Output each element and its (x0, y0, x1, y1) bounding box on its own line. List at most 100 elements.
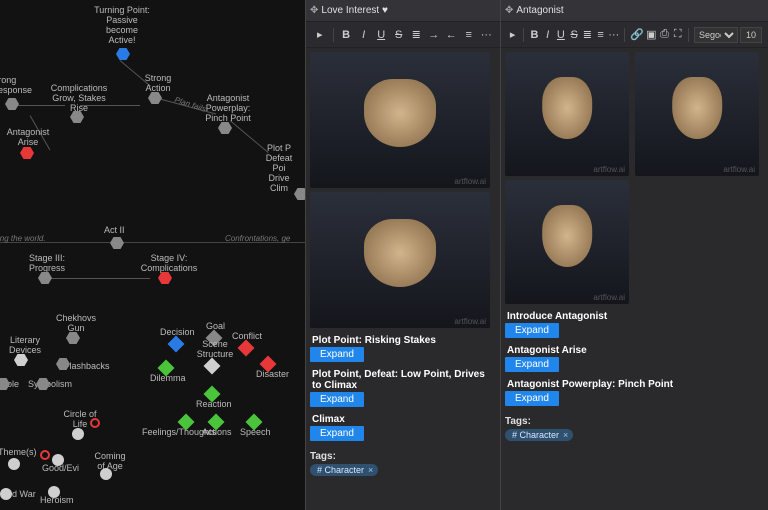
panel-header[interactable]: ✥ Love Interest ♥ (306, 0, 500, 22)
image-button[interactable]: ▣ (646, 26, 657, 44)
expand-button[interactable]: Expand (310, 347, 364, 362)
list-button[interactable]: ≣ (582, 26, 593, 44)
expand-button[interactable]: Expand (505, 391, 559, 406)
italic-button[interactable]: I (542, 26, 553, 44)
indent-button[interactable]: → (426, 26, 442, 44)
expand-button[interactable]: Expand (310, 426, 364, 441)
print-button[interactable]: ⎙ (659, 26, 670, 44)
strike-button[interactable]: S (391, 26, 407, 44)
align-button[interactable]: ≡ (461, 26, 477, 44)
reaction-node[interactable] (204, 386, 221, 403)
graph-edge (50, 278, 150, 279)
scene-structure-node[interactable] (204, 358, 221, 375)
tag-remove-icon[interactable]: × (368, 465, 373, 475)
watermark: artflow.ai (593, 293, 625, 302)
more-button[interactable]: ··· (479, 26, 495, 44)
peace-war-node[interactable] (0, 488, 12, 500)
node-label: Act II (104, 226, 125, 236)
hyperbole-node[interactable] (0, 378, 10, 390)
disaster-node[interactable] (260, 356, 277, 373)
coming-age-node[interactable] (100, 468, 112, 480)
chekhov-node[interactable] (66, 332, 80, 344)
timeline-line (0, 242, 305, 243)
stage3-node[interactable] (38, 272, 52, 284)
feelings-node[interactable] (178, 414, 195, 431)
complications-node[interactable] (70, 111, 84, 123)
node-label: Disaster (256, 370, 289, 380)
conflict-node[interactable] (238, 340, 255, 357)
toolbar-sep (624, 28, 625, 42)
response-node[interactable] (5, 98, 19, 110)
expand-button[interactable]: Expand (505, 357, 559, 372)
linked-section: Antagonist Powerplay: Pinch Point Expand (505, 376, 764, 406)
actions-node[interactable] (208, 414, 225, 431)
expand-button[interactable]: Expand (310, 392, 364, 407)
character-portrait[interactable]: artflow.ai (635, 52, 759, 176)
graph-edge (120, 60, 151, 86)
arrow-button[interactable]: ▸ (312, 26, 328, 44)
character-portrait[interactable]: artflow.ai (505, 52, 629, 176)
panel-body[interactable]: artflow.ai artflow.ai artflow.ai Introdu… (501, 48, 768, 510)
character-portrait[interactable]: artflow.ai (505, 180, 629, 304)
panel-header[interactable]: ✥ Antagonist (501, 0, 768, 22)
watermark: artflow.ai (723, 165, 755, 174)
expand-button[interactable]: Expand (505, 323, 559, 338)
dilemma-node[interactable] (158, 360, 175, 377)
node-label: Chekhovs Gun (54, 314, 98, 334)
move-icon[interactable]: ✥ (505, 5, 513, 16)
outdent-button[interactable]: ← (443, 26, 459, 44)
circle-life-marker (90, 418, 100, 428)
node-label: Good/Evi (42, 464, 79, 474)
defeat-node[interactable] (294, 188, 305, 200)
goal-node[interactable] (206, 330, 223, 347)
tag-remove-icon[interactable]: × (563, 430, 568, 440)
italic-button[interactable]: I (356, 26, 372, 44)
graph-edge (230, 120, 269, 153)
watermark: artflow.ai (454, 317, 486, 326)
themes-node[interactable] (8, 458, 20, 470)
literary-node[interactable] (14, 354, 28, 366)
align-button[interactable]: ≡ (595, 26, 606, 44)
tags-row: Tags: # Character × (310, 451, 496, 476)
act2-node[interactable] (110, 237, 124, 249)
node-label: Stage IV: Complications (140, 254, 198, 274)
underline-button[interactable]: U (373, 26, 389, 44)
symbolism-node[interactable] (36, 378, 50, 390)
tag-chip[interactable]: # Character × (310, 464, 378, 476)
heroism-node[interactable] (48, 486, 60, 498)
bold-button[interactable]: B (529, 26, 540, 44)
fullscreen-button[interactable]: ⛶ (672, 26, 683, 44)
circle-life-node[interactable] (72, 428, 84, 440)
node-label: Flashbacks (64, 362, 110, 372)
bold-button[interactable]: B (338, 26, 354, 44)
panel-body[interactable]: artflow.ai artflow.ai Plot Point: Riskin… (306, 48, 500, 510)
underline-button[interactable]: U (555, 26, 566, 44)
flashback-node[interactable] (56, 358, 70, 370)
section-title: Plot Point, Defeat: Low Point, Drives to… (310, 366, 496, 392)
font-select[interactable]: Segoe UI (694, 27, 738, 43)
pinch-node[interactable] (218, 122, 232, 134)
panel-title: Love Interest ♥ (321, 5, 388, 16)
graph-edge (15, 105, 65, 106)
linked-section: Plot Point, Defeat: Low Point, Drives to… (310, 366, 496, 407)
link-button[interactable]: 🔗 (630, 26, 644, 44)
stage4-node[interactable] (158, 272, 172, 284)
good-evil-node[interactable] (52, 454, 64, 466)
font-size-input[interactable] (740, 27, 762, 43)
character-portrait[interactable]: artflow.ai (310, 192, 490, 328)
arrow-button[interactable]: ▸ (507, 26, 518, 44)
antagonist-arise-node[interactable] (20, 147, 34, 159)
speech-node[interactable] (246, 414, 263, 431)
node-label: Complications Grow, Stakes Rise (48, 84, 110, 114)
move-icon[interactable]: ✥ (310, 5, 318, 16)
more-button[interactable]: ··· (608, 26, 619, 44)
character-portrait[interactable]: artflow.ai (310, 52, 490, 188)
decision-node[interactable] (168, 336, 185, 353)
tag-chip[interactable]: # Character × (505, 429, 573, 441)
strong-action-node[interactable] (148, 92, 162, 104)
list-button[interactable]: ≣ (408, 26, 424, 44)
mind-map-canvas[interactable]: ing the world. Act II Confrontations, ge… (0, 0, 305, 510)
section-title: Plot Point: Risking Stakes (310, 332, 496, 347)
strike-button[interactable]: S (569, 26, 580, 44)
turning-point-node[interactable] (116, 48, 130, 60)
